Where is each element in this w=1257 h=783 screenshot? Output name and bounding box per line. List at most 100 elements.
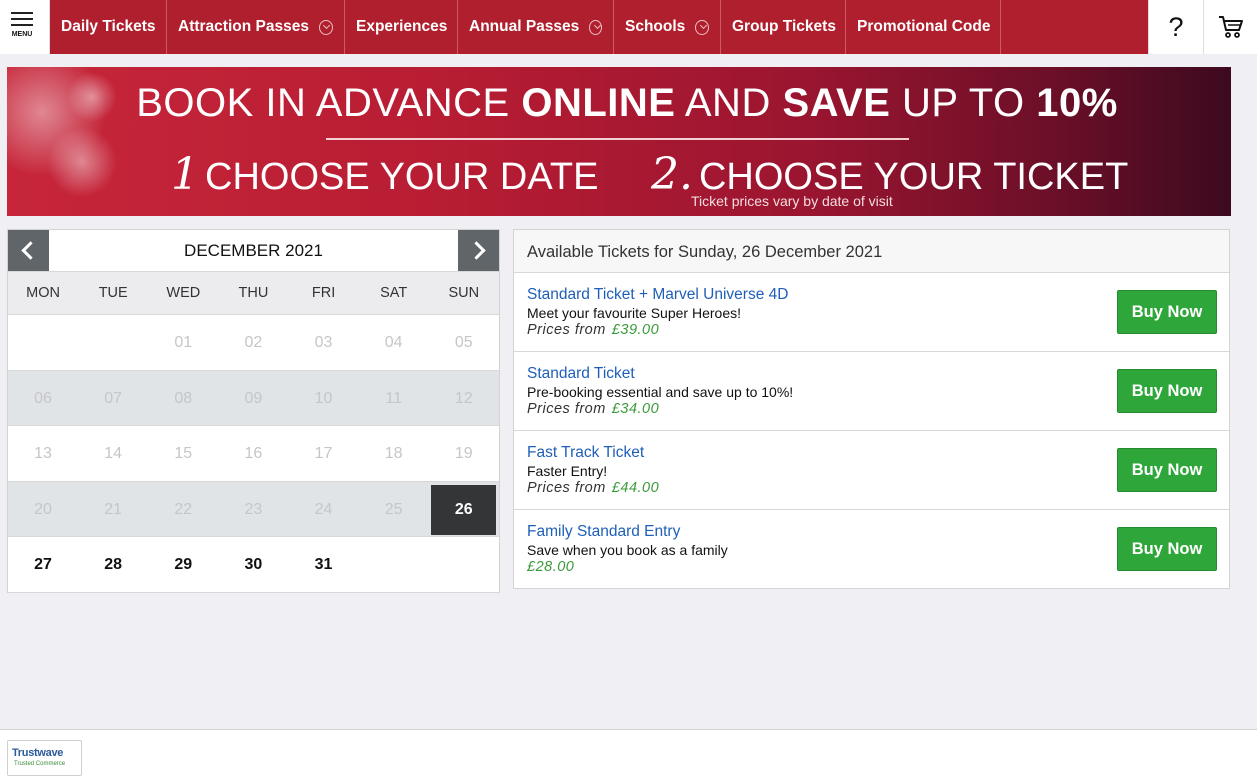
nav-item-label: Group Tickets [732,18,836,35]
banner-divider [326,138,909,140]
calendar-day-disabled: 15 [148,426,218,482]
trustwave-badge[interactable]: Trustwave Trusted Commerce [7,740,82,776]
hamburger-icon [11,12,33,30]
top-nav: MENU Daily Tickets Attraction Passes Exp… [0,0,1257,54]
ticket-description: Meet your favourite Super Heroes! [527,305,741,321]
calendar-header: DECEMBER 2021 [8,230,499,271]
calendar-weekdays: MON TUE WED THU FRI SAT SUN [8,271,499,315]
calendar-day-number: 26 [454,500,473,518]
calendar-day-disabled: 01 [148,315,218,371]
calendar-empty-cell [359,537,429,593]
calendar-week: 13 14 15 16 17 18 19 [8,426,499,482]
banner-note: Ticket prices vary by date of visit [691,193,893,209]
calendar-day-disabled: 21 [78,482,148,538]
calendar-empty-cell [78,315,148,371]
nav-item-schools[interactable]: Schools [614,0,721,54]
ticket-row: Standard Ticket + Marvel Universe 4D Mee… [514,273,1229,352]
chevron-circle-down-icon [318,19,333,35]
calendar-day[interactable]: 31 [289,537,359,593]
calendar-day-number: 21 [104,500,123,518]
nav-item-label: Promotional Code [857,18,991,35]
promo-banner: BOOK IN ADVANCE ONLINE AND SAVE UP TO 10… [7,67,1231,216]
ticket-list: Available Tickets for Sunday, 26 Decembe… [513,229,1230,589]
calendar-empty-cell [429,537,499,593]
calendar-day-number: 15 [174,445,193,462]
nav-item-group-tickets[interactable]: Group Tickets [721,0,846,54]
calendar-day-disabled: 02 [218,315,288,371]
calendar-day-number: 08 [174,389,193,407]
calendar-day-number: 27 [34,556,52,573]
calendar-day-number: 10 [314,389,333,407]
calendar-day[interactable]: 29 [148,537,218,593]
calendar-day-number: 12 [454,389,473,407]
calendar-day-number: 01 [174,334,193,351]
calendar-day-disabled: 13 [8,426,78,482]
chevron-circle-down-icon [695,19,709,35]
ticket-row: Fast Track Ticket Faster Entry! Prices f… [514,431,1229,510]
help-button[interactable]: ? [1148,0,1203,54]
calendar-day[interactable]: 30 [218,537,288,593]
buy-now-button[interactable]: Buy Now [1117,369,1217,413]
trustwave-subtitle: Trusted Commerce [14,761,66,767]
nav-item-experiences[interactable]: Experiences [345,0,458,54]
nav-item-promotional-code[interactable]: Promotional Code [846,0,1001,54]
ticket-price: Prices from £39.00 [527,322,660,338]
calendar-day-selected[interactable]: 26 [429,482,499,538]
calendar-day-number: 24 [314,500,333,518]
calendar-day-number: 30 [244,556,263,573]
calendar-week: 27 28 29 30 31 [8,537,499,593]
ticket-price: £28.00 [527,559,575,575]
ticket-price: Prices from £34.00 [527,401,660,417]
menu-label: MENU [11,31,33,38]
weekday-label: THU [238,285,269,301]
nav-items: Daily Tickets Attraction Passes Experien… [50,0,1148,54]
calendar-day-disabled: 18 [359,426,429,482]
calendar-next-button[interactable] [458,230,499,271]
calendar-day-disabled: 23 [218,482,288,538]
ticket-description: Save when you book as a family [527,542,728,558]
calendar-empty-cell [8,315,78,371]
buy-now-button[interactable]: Buy Now [1117,527,1217,571]
calendar-day-number: 25 [384,500,403,518]
nav-item-annual-passes[interactable]: Annual Passes [458,0,614,54]
cart-button[interactable] [1203,0,1257,54]
nav-item-label: Experiences [356,18,448,35]
weekday-label: TUE [98,285,128,301]
calendar-day-number: 14 [104,445,123,462]
ticket-name-link[interactable]: Fast Track Ticket [527,444,644,462]
calendar-day-number: 07 [104,389,123,407]
calendar-day-disabled: 08 [148,371,218,427]
calendar-day-disabled: 07 [78,371,148,427]
calendar-day-number: 06 [34,389,52,407]
menu-button[interactable]: MENU [0,0,50,54]
weekday-label: SUN [448,285,480,301]
banner-headline: BOOK IN ADVANCE ONLINE AND SAVE UP TO 10… [136,81,1118,125]
calendar-day-number: 22 [174,500,193,518]
page-footer: Trustwave Trusted Commerce [0,729,1257,783]
ticket-description: Faster Entry! [527,463,608,479]
calendar-day-disabled: 19 [429,426,499,482]
calendar-day-disabled: 16 [218,426,288,482]
ticket-name-link[interactable]: Family Standard Entry [527,523,680,541]
calendar-day-disabled: 05 [429,315,499,371]
calendar-day-disabled: 09 [218,371,288,427]
ticket-row: Family Standard Entry Save when you book… [514,510,1229,589]
ticket-name-link[interactable]: Standard Ticket [527,365,635,383]
buy-now-button[interactable]: Buy Now [1117,290,1217,334]
ticket-price: Prices from £44.00 [527,480,660,496]
calendar-day-number: 09 [244,389,263,407]
nav-item-daily-tickets[interactable]: Daily Tickets [50,0,167,54]
calendar-day[interactable]: 27 [8,537,78,593]
buy-now-button[interactable]: Buy Now [1117,448,1217,492]
ticket-name-link[interactable]: Standard Ticket + Marvel Universe 4D [527,286,788,304]
cart-icon [1218,16,1243,38]
calendar-prev-button[interactable] [8,230,49,271]
nav-item-label: Attraction Passes [178,18,309,35]
weekday-label: MON [26,285,60,301]
calendar-day-number: 29 [174,556,193,573]
calendar-day[interactable]: 28 [78,537,148,593]
weekday-label: WED [166,285,201,301]
calendar-day-disabled: 11 [359,371,429,427]
calendar-day-disabled: 24 [289,482,359,538]
nav-item-attraction-passes[interactable]: Attraction Passes [167,0,345,54]
